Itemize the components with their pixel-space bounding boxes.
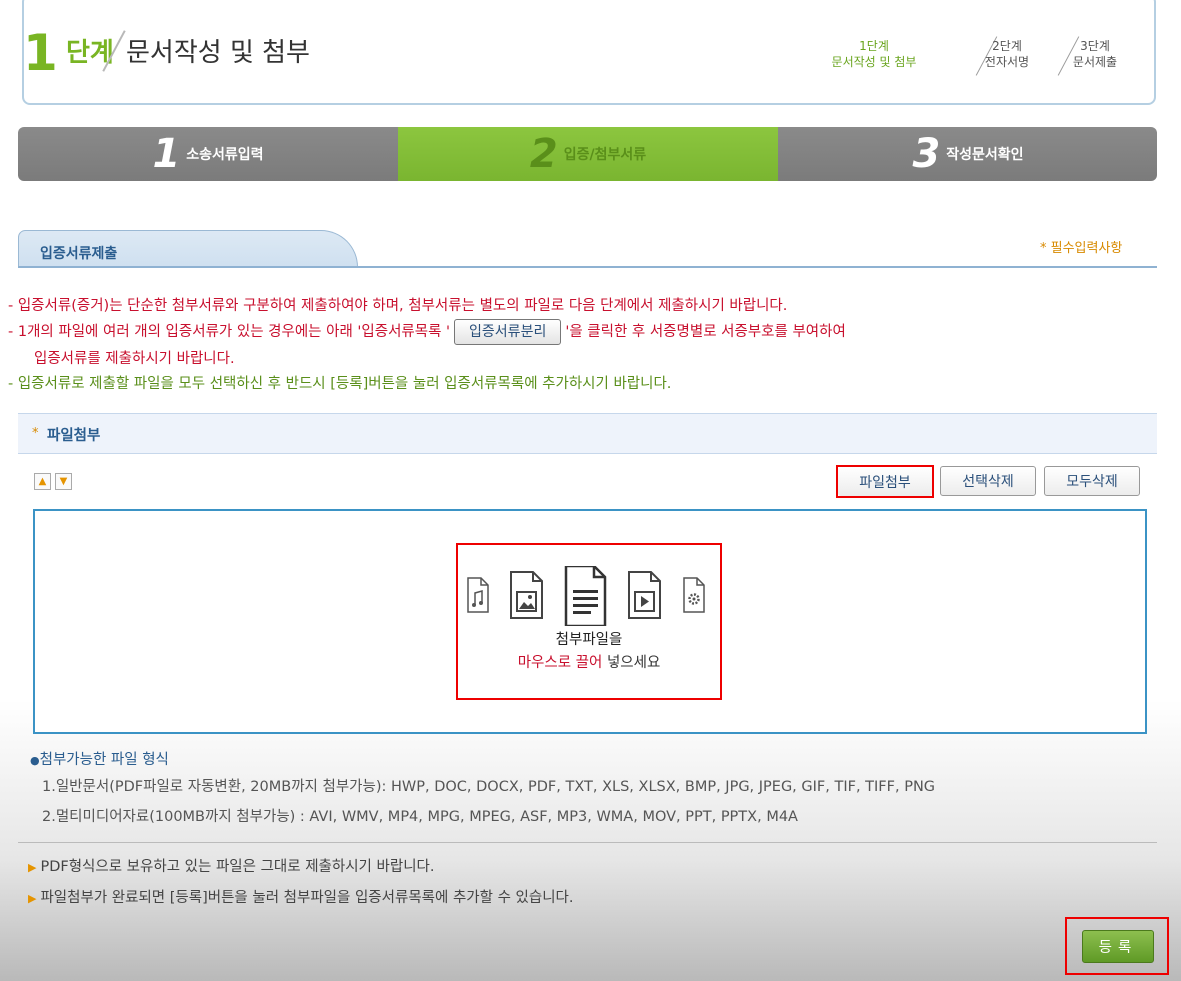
attach-file-button-highlight: 파일첨부	[836, 465, 934, 498]
arrow-bullet-icon: ▶	[28, 892, 37, 905]
info-bullet-2-text: 파일첨부가 완료되면 [등록]버튼을 눌러 첨부파일을 입증서류목록에 추가할 …	[40, 890, 574, 906]
bullet-icon: ●	[30, 754, 40, 767]
formats-line-1: 1.일반문서(PDF파일로 자동변환, 20MB까지 첨부가능): HWP, D…	[42, 779, 936, 795]
arrow-down-icon: ▼	[59, 475, 68, 487]
music-file-icon	[467, 577, 489, 613]
progress-step-2[interactable]: 2 입증/첨부서류	[398, 127, 778, 181]
arrow-up-icon: ▲	[38, 475, 47, 487]
info-bullet-2: ▶ 파일첨부가 완료되면 [등록]버튼을 눌러 첨부파일을 입증서류목록에 추가할…	[28, 886, 574, 907]
video-file-icon	[628, 571, 661, 619]
drop-zone-text-1: 첨부파일을	[555, 632, 623, 648]
formats-divider	[18, 842, 1157, 843]
split-evidence-button[interactable]: 입증서류분리	[454, 319, 562, 345]
mini-step-1-line1: 1단계	[859, 39, 889, 53]
progress-step-2-number: 2	[529, 131, 558, 177]
drop-zone-text-2-highlight: 마우스로 끌어	[517, 655, 603, 671]
mini-step-1: 1단계 문서작성 및 첨부	[828, 38, 920, 70]
attach-header	[18, 413, 1157, 454]
progress-step-3-number: 3	[912, 131, 941, 177]
mini-step-2-line1: 2단계	[992, 39, 1022, 53]
drop-zone-text-2-rest: 넣으세요	[602, 655, 661, 671]
arrow-bullet-icon: ▶	[28, 861, 37, 874]
step-number: 1	[23, 24, 58, 82]
move-down-button[interactable]: ▼	[55, 473, 72, 490]
info-bullet-1-text: PDF형식으로 보유하고 있는 파일은 그대로 제출하시기 바랍니다.	[40, 859, 435, 875]
note-2-post: '을 클릭한 후 서증명별로 서증부호를 부여하여	[565, 324, 846, 340]
formats-line-2: 2.멀티미디어자료(100MB까지 첨부가능) : AVI, WMV, MP4,…	[42, 809, 798, 825]
required-note: * 필수입력사항	[1040, 241, 1123, 256]
delete-selected-button[interactable]: 선택삭제	[940, 466, 1036, 496]
mini-step-3-line2: 문서제출	[1072, 55, 1118, 69]
mini-step-3-line1: 3단계	[1080, 39, 1110, 53]
note-1: - 입증서류(증거)는 단순한 첨부서류와 구분하여 제출하여야 하며, 첨부서…	[8, 298, 788, 314]
progress-step-1-label: 소송서류입력	[186, 147, 264, 163]
mini-step-2-line2: 전자서명	[984, 55, 1030, 69]
image-file-icon	[510, 571, 543, 619]
progress-step-3[interactable]: 3 작성문서확인	[778, 127, 1157, 181]
drop-zone-text-2: 마우스로 끌어 넣으세요	[456, 651, 722, 672]
page-title: 문서작성 및 첨부	[126, 38, 310, 68]
formats-heading: ●첨부가능한 파일 형식	[30, 748, 169, 769]
note-3: 입증서류를 제출하시기 바랍니다.	[34, 351, 235, 367]
progress-step-1-number: 1	[152, 131, 181, 177]
mini-step-3: 3단계 문서제출	[1059, 38, 1131, 70]
progress-step-2-label: 입증/첨부서류	[563, 147, 647, 163]
progress-step-1[interactable]: 1 소송서류입력	[18, 127, 398, 181]
note-2-pre: - 1개의 파일에 여러 개의 입증서류가 있는 경우에는 아래 '입증서류목록…	[8, 324, 451, 340]
move-up-button[interactable]: ▲	[34, 473, 51, 490]
formats-heading-text: 첨부가능한 파일 형식	[39, 752, 169, 768]
register-button[interactable]: 등록	[1082, 930, 1154, 963]
file-type-icons	[467, 566, 705, 626]
info-bullet-1: ▶ PDF형식으로 보유하고 있는 파일은 그대로 제출하시기 바랍니다.	[28, 855, 434, 876]
mini-step-1-line2: 문서작성 및 첨부	[831, 55, 917, 69]
note-2: - 1개의 파일에 여러 개의 입증서류가 있는 경우에는 아래 '입증서류목록…	[8, 319, 846, 345]
attach-header-label: 파일첨부	[47, 428, 101, 444]
section-tab-label: 입증서류제출	[40, 246, 118, 262]
required-star: *	[32, 426, 39, 441]
note-4: - 입증서류로 제출할 파일을 모두 선택하신 후 반드시 [등록]버튼을 눌러…	[8, 376, 672, 392]
document-file-icon	[564, 566, 607, 626]
mini-step-2: 2단계 전자서명	[975, 38, 1039, 70]
progress-steps: 1 소송서류입력 2 입증/첨부서류 3 작성문서확인	[18, 127, 1157, 181]
progress-step-3-label: 작성문서확인	[946, 147, 1024, 163]
delete-all-button[interactable]: 모두삭제	[1044, 466, 1140, 496]
settings-file-icon	[683, 577, 705, 613]
section-divider	[18, 266, 1157, 268]
attach-file-button[interactable]: 파일첨부	[838, 467, 932, 496]
